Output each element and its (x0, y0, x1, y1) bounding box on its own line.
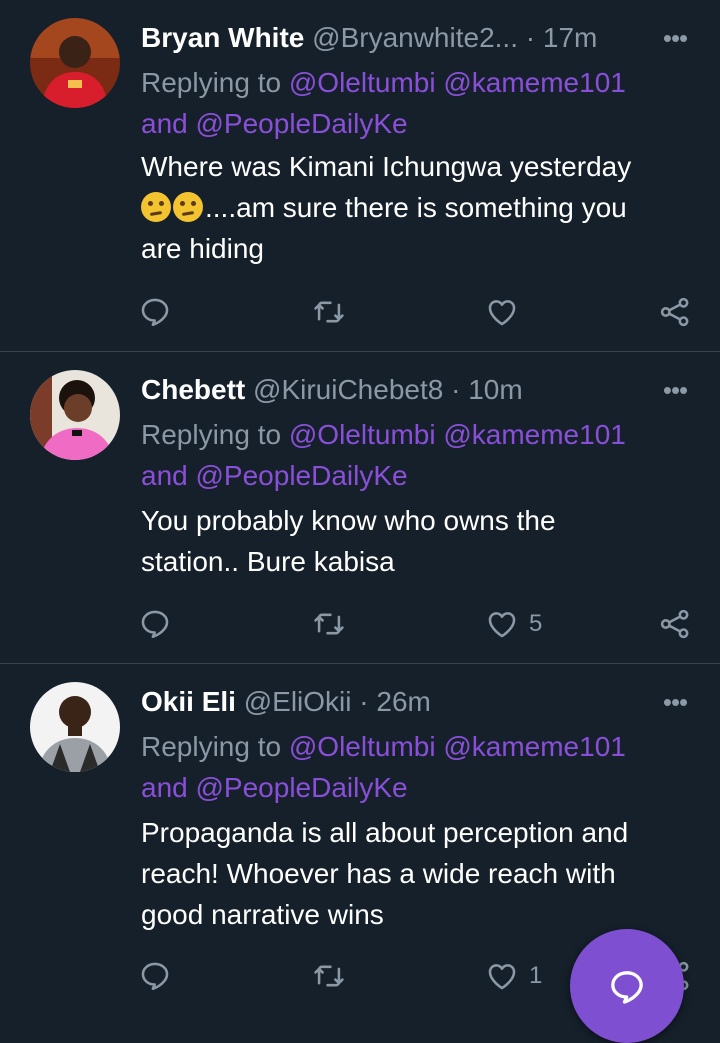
handle[interactable]: @EliOkii (244, 686, 352, 717)
replying-to: Replying to @Oleltumbi @kameme101 and @P… (141, 726, 681, 808)
display-name[interactable]: Okii Eli (141, 686, 236, 717)
more-icon[interactable]: ••• (660, 20, 690, 56)
mention-link[interactable]: @kameme101 (443, 419, 626, 450)
compose-button[interactable] (570, 929, 684, 1043)
mention-link[interactable]: @kameme101 (443, 731, 626, 762)
handle[interactable]: @Bryanwhite2... (312, 22, 518, 53)
tweet-text-line: Where was Kimani Ichungwa yesterday (141, 151, 632, 182)
like-count: 1 (529, 962, 543, 989)
mention-link[interactable]: @PeopleDailyKe (196, 772, 408, 803)
more-icon[interactable]: ••• (660, 372, 690, 408)
handle[interactable]: @KiruiChebet8 (253, 374, 443, 405)
tweet-text: Propaganda is all about perception and r… (141, 812, 686, 935)
timestamp: · 10m (451, 374, 523, 405)
tweet-text-line: reach! Whoever has a wide reach with (141, 858, 616, 889)
compose-icon (611, 971, 643, 1004)
tweet-header: Okii Eli @EliOkii · 26m (141, 684, 661, 720)
more-icon[interactable]: ••• (660, 684, 690, 720)
and-others-link[interactable]: and (141, 460, 188, 491)
comment-icon[interactable] (138, 956, 172, 996)
timestamp: · 17m (525, 22, 598, 53)
tweet-chebett[interactable]: Chebett @KiruiChebet8 · 10m ••• Replying… (0, 352, 720, 662)
tweet-actions: 5 (0, 604, 720, 644)
tweet-text: Where was Kimani Ichungwa yesterday ....… (141, 146, 686, 269)
retweet-icon[interactable] (312, 604, 346, 644)
tweet-actions (0, 292, 720, 332)
and-others-link[interactable]: and (141, 108, 188, 139)
tweet-text-line: ....am sure there is something you (205, 192, 627, 223)
avatar[interactable] (30, 18, 120, 108)
tweet-text-line: are hiding (141, 233, 264, 264)
replying-label: Replying to (141, 419, 282, 450)
mention-link[interactable]: @PeopleDailyKe (196, 108, 408, 139)
replying-to: Replying to @Oleltumbi @kameme101 and @P… (141, 414, 681, 496)
avatar[interactable] (30, 682, 120, 772)
tweet-text-line: Propaganda is all about perception and (141, 817, 629, 848)
timestamp: · 26m (359, 686, 431, 717)
mention-link[interactable]: @Oleltumbi (289, 731, 436, 762)
like-icon[interactable]: 5 (485, 604, 542, 644)
like-icon[interactable] (485, 292, 529, 332)
tweet-header: Bryan White @Bryanwhite2... · 17m (141, 20, 661, 56)
mention-link[interactable]: @PeopleDailyKe (196, 460, 408, 491)
retweet-icon[interactable] (312, 956, 346, 996)
tweet-text: You probably know who owns the station..… (141, 500, 686, 582)
tweet-bryan-white[interactable]: Bryan White @Bryanwhite2... · 17m ••• Re… (0, 0, 720, 351)
replying-to: Replying to @Oleltumbi @kameme101 and @P… (141, 62, 681, 144)
display-name[interactable]: Chebett (141, 374, 245, 405)
and-others-link[interactable]: and (141, 772, 188, 803)
tweet-text-line: good narrative wins (141, 899, 384, 930)
share-icon[interactable] (658, 604, 692, 644)
like-count: 5 (529, 610, 543, 637)
share-icon[interactable] (658, 292, 692, 332)
thinking-face-emoji-icon (141, 192, 171, 222)
tweet-text-line: station.. Bure kabisa (141, 546, 395, 577)
comment-icon[interactable] (138, 292, 172, 332)
comment-icon[interactable] (138, 604, 172, 644)
mention-link[interactable]: @Oleltumbi (289, 419, 436, 450)
replying-label: Replying to (141, 67, 282, 98)
tweet-header: Chebett @KiruiChebet8 · 10m (141, 372, 661, 408)
avatar[interactable] (30, 370, 120, 460)
display-name[interactable]: Bryan White (141, 22, 304, 53)
retweet-icon[interactable] (312, 292, 346, 332)
replying-label: Replying to (141, 731, 282, 762)
mention-link[interactable]: @Oleltumbi (289, 67, 436, 98)
thinking-face-emoji-icon (173, 192, 203, 222)
mention-link[interactable]: @kameme101 (443, 67, 626, 98)
tweet-text-line: You probably know who owns the (141, 505, 556, 536)
like-icon[interactable]: 1 (485, 956, 542, 996)
